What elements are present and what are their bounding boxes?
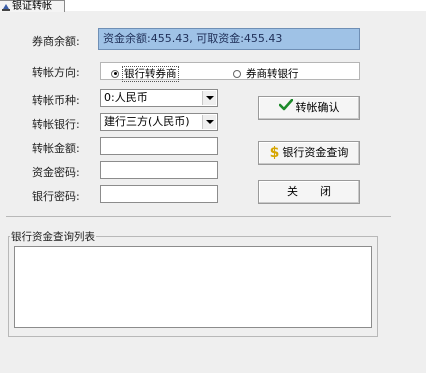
radio-selected-indicator: [111, 69, 119, 78]
bank-fund-query-list[interactable]: [14, 246, 372, 328]
bank-password-label: 银行密码:: [32, 190, 80, 203]
balance-label: 券商余额:: [32, 35, 80, 48]
fund-password-label: 资金密码:: [32, 166, 80, 179]
radio-label: 券商转银行: [246, 68, 299, 80]
dollar-icon: $: [269, 145, 280, 161]
direction-radio-group: 银行转券商 券商转银行: [100, 62, 360, 82]
radio-unselected-indicator: [233, 69, 241, 78]
transfer-icon: [2, 3, 10, 11]
radio-broker-to-bank[interactable]: 券商转银行: [233, 66, 299, 81]
bank-fund-query-label: 银行资金查询: [282, 146, 349, 159]
bank-password-input[interactable]: [100, 185, 218, 203]
radio-bank-to-broker[interactable]: 银行转券商: [111, 66, 179, 82]
bank-select[interactable]: 建行三方(人民币): [100, 113, 218, 131]
bank-fund-query-button[interactable]: $ 银行资金查询: [258, 141, 360, 165]
balance-info-display: 资金余额:455.43, 可取资金:455.43: [98, 28, 360, 50]
query-list-title: 银行资金查询列表: [10, 229, 96, 244]
chevron-down-icon[interactable]: [202, 91, 216, 105]
radio-label: 银行转券商: [122, 66, 179, 82]
tab-bank-transfer[interactable]: 银证转帐: [0, 0, 65, 12]
checkmark-icon: [278, 97, 293, 119]
currency-label: 转帐币种:: [32, 94, 80, 107]
close-button[interactable]: 关 闭: [258, 180, 360, 204]
confirm-transfer-label: 转帐确认: [295, 101, 340, 114]
close-label: 关 闭: [287, 185, 331, 198]
fund-password-input[interactable]: [100, 161, 218, 179]
amount-label: 转帐金额:: [32, 142, 80, 155]
direction-label: 转帐方向:: [32, 66, 80, 79]
confirm-transfer-button[interactable]: 转帐确认: [258, 96, 360, 120]
amount-input[interactable]: [100, 137, 218, 155]
currency-select-value: 0:人民币: [104, 91, 148, 104]
bank-label: 转帐银行:: [32, 118, 80, 131]
currency-select[interactable]: 0:人民币: [100, 89, 218, 107]
divider: [6, 216, 391, 217]
bank-select-value: 建行三方(人民币): [104, 115, 190, 128]
tab-label: 银证转帐: [12, 1, 52, 12]
chevron-down-icon[interactable]: [202, 115, 216, 129]
